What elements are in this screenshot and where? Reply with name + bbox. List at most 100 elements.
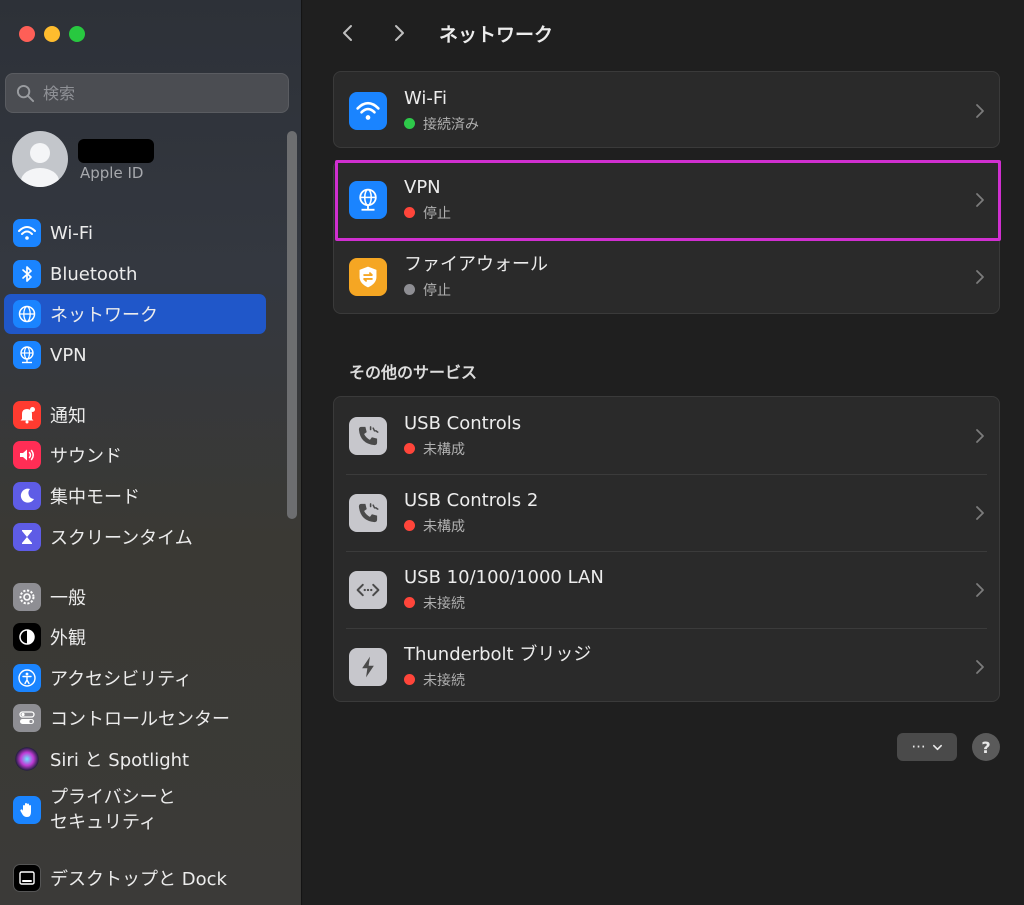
- close-window-button[interactable]: [19, 26, 35, 42]
- sidebar-item-focus[interactable]: 集中モード: [4, 476, 266, 516]
- back-button[interactable]: [330, 15, 366, 51]
- more-actions-label: ···: [911, 738, 926, 756]
- forward-button[interactable]: [381, 15, 417, 51]
- service-row-wifi[interactable]: Wi-Fi 接続済み: [334, 72, 999, 149]
- service-status: 未接続: [423, 595, 465, 612]
- chevron-right-icon: [976, 428, 984, 443]
- service-row-usb-controls[interactable]: USB Controls 未構成: [334, 397, 999, 474]
- sidebar-item-network[interactable]: ネットワーク: [4, 294, 266, 334]
- service-name: USB Controls 2: [404, 489, 539, 511]
- sidebar-item-accessibility[interactable]: アクセシビリティ: [4, 658, 266, 698]
- chevron-right-icon: [976, 505, 984, 520]
- row-divider: [346, 551, 987, 552]
- chevron-left-icon: [343, 25, 352, 41]
- service-status: 停止: [423, 282, 451, 299]
- chevron-right-icon: [976, 269, 984, 284]
- row-divider: [346, 474, 987, 475]
- sidebar-item-label: Wi-Fi: [50, 222, 93, 244]
- sidebar-item-label: アクセシビリティ: [50, 669, 193, 690]
- sidebar-item-siri-spotlight[interactable]: Siri と Spotlight: [4, 739, 266, 779]
- sidebar-item-label: 一般: [50, 588, 86, 609]
- service-row-usb-controls-2[interactable]: USB Controls 2 未構成: [334, 474, 999, 551]
- redacted-user-name: [78, 139, 154, 163]
- apple-id-account[interactable]: Apple ID: [12, 131, 272, 189]
- ethernet-icon: [349, 570, 387, 609]
- sidebar-scrollbar[interactable]: [287, 131, 297, 519]
- hand-icon: [13, 796, 41, 824]
- service-row-firewall[interactable]: ファイアウォール 停止: [334, 238, 999, 315]
- phone-icon: [349, 493, 387, 532]
- sidebar-item-label: Siri と Spotlight: [50, 750, 190, 771]
- service-name: USB 10/100/1000 LAN: [404, 566, 604, 588]
- service-row-thunderbolt-bridge[interactable]: Thunderbolt ブリッジ 未接続: [334, 628, 999, 705]
- search-field[interactable]: [5, 73, 289, 113]
- sidebar-item-control-center[interactable]: コントロールセンター: [4, 698, 266, 738]
- minimize-window-button[interactable]: [44, 26, 60, 42]
- service-name: USB Controls: [404, 412, 522, 434]
- search-input[interactable]: [43, 83, 273, 103]
- sidebar-item-general[interactable]: 一般: [4, 577, 266, 617]
- bell-icon: [13, 401, 41, 429]
- section-title-other-services: その他のサービス: [349, 363, 478, 382]
- sidebar-item-label: スクリーンタイム: [50, 528, 193, 549]
- chevron-right-icon: [976, 582, 984, 597]
- window-controls: [19, 26, 85, 42]
- status-dot: [404, 443, 415, 454]
- status-dot: [404, 520, 415, 531]
- sidebar-item-notifications[interactable]: 通知: [4, 395, 266, 435]
- service-name: ファイアウォール: [404, 253, 548, 275]
- sidebar-item-bluetooth[interactable]: Bluetooth: [4, 254, 266, 294]
- help-button[interactable]: ?: [972, 733, 1000, 761]
- service-name: Thunderbolt ブリッジ: [404, 643, 592, 665]
- service-status: 接続済み: [423, 116, 479, 133]
- hourglass-icon: [13, 523, 41, 551]
- firewall-shield-icon: [349, 257, 387, 296]
- sidebar-item-label: 通知: [50, 406, 86, 427]
- more-actions-button[interactable]: ···: [897, 733, 957, 761]
- moon-icon: [13, 482, 41, 510]
- main-pane: ネットワーク Wi-Fi 接続済み VPN 停止 ファイアウォール 停止 その他…: [303, 0, 1024, 905]
- apple-id-label: Apple ID: [80, 164, 144, 182]
- thunderbolt-icon: [349, 647, 387, 686]
- sidebar-item-appearance[interactable]: 外観: [4, 617, 266, 657]
- siri-icon: [13, 745, 41, 773]
- wifi-icon: [13, 219, 41, 247]
- row-divider: [346, 628, 987, 629]
- sidebar-item-desktop-dock[interactable]: デスクトップと Dock: [4, 858, 266, 898]
- chevron-right-icon: [976, 103, 984, 118]
- globe-icon: [13, 300, 41, 328]
- sidebar-item-screen-time[interactable]: スクリーンタイム: [4, 517, 266, 557]
- chevron-right-icon: [395, 25, 404, 41]
- sidebar-item-label: ネットワーク: [50, 305, 158, 326]
- wifi-service-group: Wi-Fi 接続済み: [333, 71, 1000, 148]
- appearance-icon: [13, 623, 41, 651]
- service-name: Wi-Fi: [404, 87, 447, 109]
- accessibility-icon: [13, 664, 41, 692]
- bluetooth-icon: [13, 260, 41, 288]
- chevron-right-icon: [976, 659, 984, 674]
- globe-network-icon: [13, 341, 41, 369]
- sidebar-item-label-line2: セキュリティ: [50, 812, 157, 833]
- service-row-usb-lan[interactable]: USB 10/100/1000 LAN 未接続: [334, 551, 999, 628]
- sidebar-item-vpn[interactable]: VPN: [4, 335, 266, 375]
- gear-icon: [13, 583, 41, 611]
- sidebar-item-label: 外観: [50, 628, 86, 649]
- sidebar-item-wifi[interactable]: Wi-Fi: [4, 213, 266, 253]
- sidebar-item-label-line1: プライバシーと: [50, 787, 176, 808]
- zoom-window-button[interactable]: [69, 26, 85, 42]
- other-services-group: USB Controls 未構成 USB Controls 2 未構成 USB …: [333, 396, 1000, 702]
- service-status: 未構成: [423, 441, 465, 458]
- chevron-down-icon: [932, 744, 942, 750]
- sidebar-item-privacy-security[interactable]: プライバシーと セキュリティ: [4, 782, 266, 838]
- toolbar: ネットワーク: [330, 15, 553, 51]
- vpn-highlight-annotation: [335, 160, 1001, 241]
- phone-icon: [349, 416, 387, 455]
- status-dot: [404, 674, 415, 685]
- dock-icon: [13, 864, 41, 892]
- service-status: 未構成: [423, 518, 465, 535]
- sidebar-item-label: Bluetooth: [50, 263, 138, 285]
- speaker-icon: [13, 441, 41, 469]
- sidebar-item-label: サウンド: [50, 446, 122, 467]
- sidebar-item-sound[interactable]: サウンド: [4, 435, 266, 475]
- wifi-icon: [349, 91, 387, 130]
